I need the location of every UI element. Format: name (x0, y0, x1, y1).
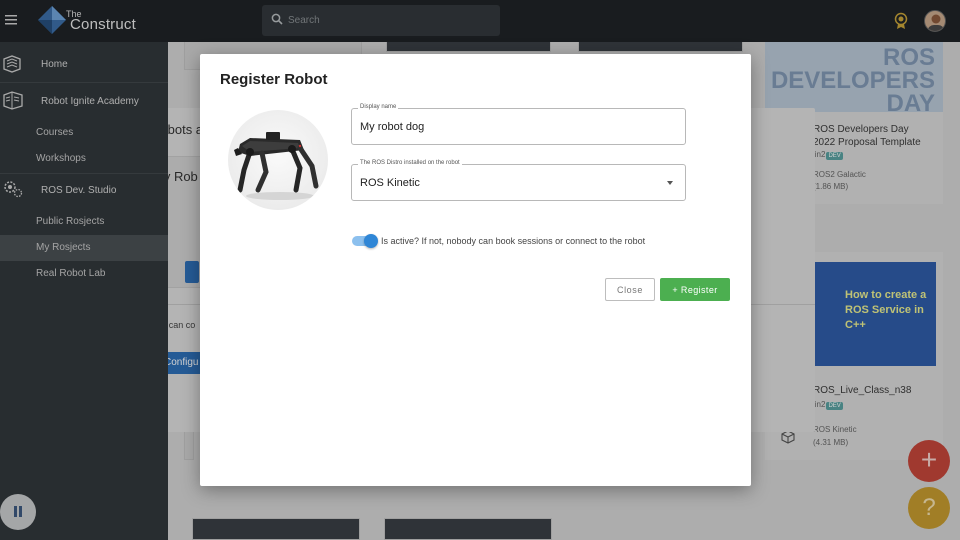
user-avatar[interactable] (924, 10, 946, 32)
search-box[interactable] (262, 5, 500, 36)
sidebar-item-label: ROS Dev. Studio (41, 185, 117, 196)
logo-text[interactable]: Construct (70, 16, 136, 33)
chevron-down-icon[interactable] (667, 181, 673, 185)
top-bar: The Construct (0, 0, 960, 42)
rosject-distro: lin2 DEV (813, 150, 843, 160)
sidebar-item-label: Robot Ignite Academy (41, 96, 139, 107)
sidebar-item-my-rosjects[interactable]: My Rosjects (0, 235, 168, 261)
rosject-card[interactable] (192, 518, 360, 540)
sidebar-item-label: Workshops (36, 153, 86, 164)
pause-button[interactable] (0, 494, 36, 530)
rosject-meta-size: (4.31 MB) (813, 438, 849, 447)
configure-label: Configu (164, 357, 199, 368)
gears-icon (2, 179, 24, 202)
rosject-title-line: 2022 Proposal Template (813, 137, 921, 148)
dev-tag: DEV (826, 402, 843, 410)
search-icon (271, 13, 283, 25)
hamburger-menu-icon[interactable] (4, 12, 20, 28)
display-name-field[interactable]: Display name My robot dog (351, 104, 686, 145)
rosject-meta-distro: ROS2 Galactic (813, 170, 866, 179)
dialog-title: Register Robot (220, 71, 328, 88)
display-name-label: Display name (358, 104, 399, 110)
rosject-title: ROS Developers Day 2022 Proposal Templat… (813, 123, 921, 149)
ros-distro-value: ROS Kinetic (360, 177, 420, 189)
cube-icon (781, 430, 795, 449)
register-robot-dialog: Register Robot Display name My robot dog… (200, 54, 751, 486)
book-open-icon (2, 90, 24, 113)
achievement-badge-icon[interactable] (893, 12, 909, 35)
sidebar-divider (0, 82, 168, 83)
sidebar-item-label: Public Rosjects (36, 216, 105, 227)
help-fab[interactable]: ? (908, 487, 950, 529)
sidebar: Home Robot Ignite Academy Courses Worksh… (0, 42, 168, 540)
ros-distro-select[interactable]: The ROS Distro installed on the robot RO… (351, 160, 686, 201)
sidebar-item-label: Real Robot Lab (36, 268, 106, 279)
book-icon (2, 55, 22, 76)
display-name-value[interactable]: My robot dog (360, 121, 424, 133)
sidebar-item-label: My Rosjects (36, 242, 91, 253)
rosject-meta-size: (1.86 MB) (813, 182, 849, 191)
sidebar-item-real-robot-lab[interactable]: Real Robot Lab (0, 261, 168, 287)
rosject-title: ROS_Live_Class_n38 (813, 385, 912, 396)
sidebar-item-public-rosjects[interactable]: Public Rosjects (0, 209, 168, 235)
logo-icon[interactable] (37, 5, 67, 35)
sidebar-item-ros-dev-studio[interactable]: ROS Dev. Studio (0, 181, 168, 201)
sidebar-item-label: Courses (36, 127, 74, 138)
rosject-meta-distro: ROS Kinetic (813, 425, 857, 434)
is-active-label: Is active? If not, nobody can book sessi… (381, 236, 646, 246)
search-input[interactable] (288, 5, 488, 36)
sidebar-item-workshops[interactable]: Workshops (0, 146, 168, 172)
robot-dog-image (228, 110, 328, 210)
rosject-thumbnail: ROS DEVELOPERS DAY (765, 42, 943, 112)
create-rosject-fab[interactable]: + (908, 440, 950, 482)
ros-distro-label: The ROS Distro installed on the robot (358, 160, 462, 166)
sidebar-divider (0, 173, 168, 174)
sidebar-item-home[interactable]: Home (0, 55, 168, 75)
thumbnail-text: How to create a ROS Service in C++ (845, 289, 927, 331)
banner-text: ROS DEVELOPERS DAY (770, 44, 935, 113)
toggle-knob[interactable] (364, 234, 378, 248)
is-active-toggle[interactable] (352, 234, 378, 248)
rosject-card[interactable] (384, 518, 552, 540)
sidebar-item-robot-ignite-academy[interactable]: Robot Ignite Academy (0, 91, 168, 112)
rosject-distro: lin2 DEV (813, 400, 843, 410)
rosject-thumbnail: How to create a ROS Service in C++ (815, 262, 936, 366)
sidebar-item-label: Home (41, 59, 68, 70)
sidebar-item-courses[interactable]: Courses (0, 120, 168, 146)
register-button[interactable]: + Register (660, 278, 730, 301)
dev-tag: DEV (826, 152, 843, 160)
rosject-title-line: ROS Developers Day (813, 124, 909, 135)
close-button[interactable]: Close (605, 278, 655, 301)
robot-card-button[interactable] (185, 261, 199, 283)
